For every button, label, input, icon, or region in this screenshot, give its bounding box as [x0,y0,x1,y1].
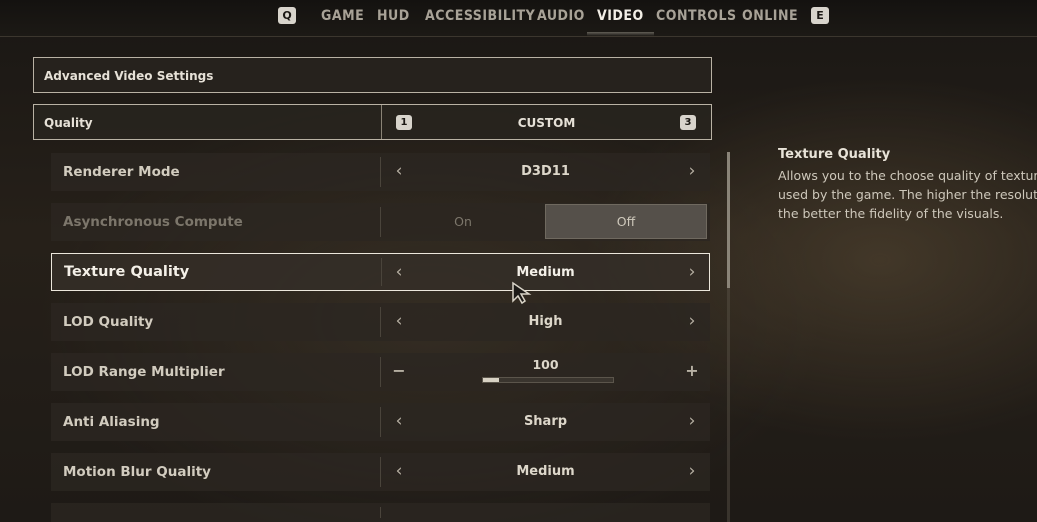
setting-texture-quality[interactable]: Texture Quality ‹ Medium › [51,253,710,291]
quality-value: CUSTOM [517,116,576,130]
tab-online[interactable]: ONLINE [742,8,798,24]
next-tab-key-icon[interactable]: E [811,7,829,24]
chevron-right-icon[interactable]: › [683,161,701,181]
description-body: Allows you to the choose quality of text… [778,168,1037,221]
next-preset-key-icon[interactable]: 3 [680,115,696,130]
slider-value: 100 [532,357,559,372]
section-title: Advanced Video Settings [44,69,214,83]
setting-lod-quality[interactable]: LOD Quality ‹ High › [51,303,710,341]
setting-label: LOD Range Multiplier [63,364,225,380]
setting-motion-blur-quality[interactable]: Motion Blur Quality ‹ Medium › [51,453,710,491]
tab-game[interactable]: GAME [321,8,364,24]
slider-fill [483,378,499,382]
setting-label: Asynchronous Compute [63,214,243,230]
setting-value: Medium [516,265,575,280]
chevron-right-icon[interactable]: › [683,461,701,481]
toggle-off-option[interactable]: Off [545,204,707,239]
setting-row-partial [51,503,710,522]
setting-anti-aliasing[interactable]: Anti Aliasing ‹ Sharp › [51,403,710,441]
setting-label: Motion Blur Quality [63,464,211,480]
setting-value: Medium [516,464,575,479]
chevron-right-icon[interactable]: › [683,411,701,431]
quality-label: Quality [44,116,93,130]
plus-icon[interactable]: + [683,361,701,381]
chevron-right-icon[interactable]: › [683,311,701,331]
tab-accessibility[interactable]: ACCESSIBILITY [425,8,535,24]
setting-lod-range-multiplier[interactable]: LOD Range Multiplier − 100 + [51,353,710,391]
tab-controls[interactable]: CONTROLS [656,8,737,24]
setting-label: Texture Quality [64,264,190,280]
setting-label: LOD Quality [63,314,154,330]
setting-label: Renderer Mode [63,164,180,180]
setting-value: D3D11 [521,164,570,179]
section-header: Advanced Video Settings [33,57,712,93]
setting-value: High [528,314,563,329]
chevron-right-icon[interactable]: › [683,262,701,282]
description-title: Texture Quality [778,147,891,162]
divider [380,507,381,518]
top-nav: Q GAME HUD ACCESSIBILITY AUDIO VIDEO CON… [0,0,1037,37]
tab-audio[interactable]: AUDIO [537,8,585,24]
scrollbar-thumb[interactable] [727,152,730,288]
setting-renderer-mode[interactable]: Renderer Mode ‹ D3D11 › [51,153,710,191]
setting-value: Sharp [523,414,568,429]
setting-label: Anti Aliasing [63,414,160,430]
toggle-on-option[interactable]: On [381,214,545,229]
mouse-pointer-icon [512,281,532,305]
slider-track[interactable] [482,377,614,383]
tab-video[interactable]: VIDEO [587,8,654,36]
setting-async-compute[interactable]: Asynchronous Compute On Off [51,203,710,241]
quality-preset-row[interactable]: Quality 1 CUSTOM 3 [33,104,712,140]
prev-tab-key-icon[interactable]: Q [278,7,296,24]
tab-hud[interactable]: HUD [377,8,410,24]
